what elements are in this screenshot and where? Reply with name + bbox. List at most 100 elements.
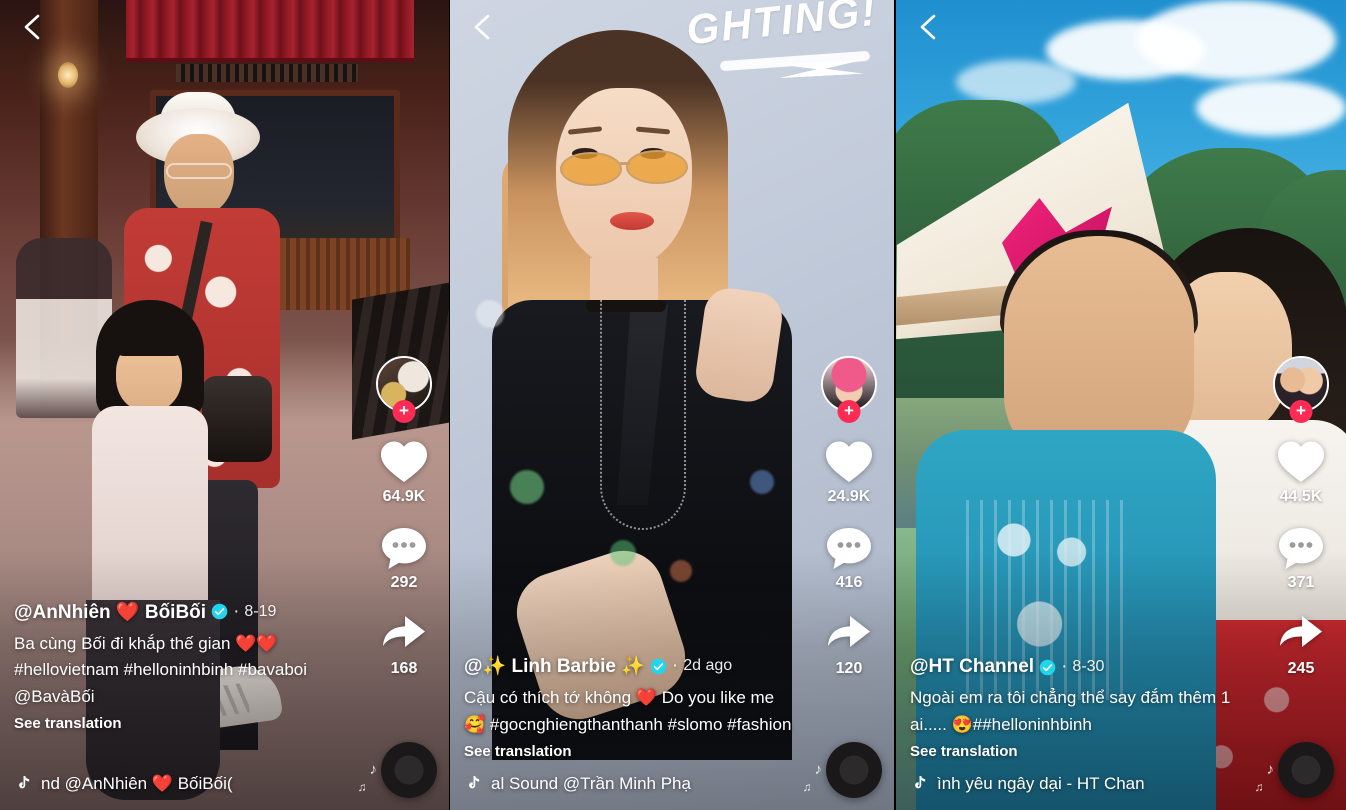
video-description[interactable]: Ba cùng Bối đi khắp thế gian ❤️❤️ #hello… — [14, 631, 344, 710]
music-notes-decor: ♪ ♫ — [815, 762, 823, 794]
share-button[interactable]: 168 — [365, 610, 443, 678]
share-arrow-icon — [1262, 610, 1340, 662]
comment-bubble-icon — [365, 524, 443, 576]
author-username: @✨ Linh Barbie ✨ — [464, 654, 645, 678]
music-note-icon-small: ♫ — [1255, 781, 1275, 794]
music-note-icon-small: ♫ — [803, 781, 823, 794]
tiktok-note-icon — [464, 775, 481, 794]
follow-button[interactable]: + — [1290, 400, 1313, 423]
share-button[interactable]: 120 — [810, 610, 888, 678]
like-button[interactable]: 24.9K — [810, 438, 888, 506]
author-username-row[interactable]: @HT Channel · 8-30 — [910, 656, 1240, 678]
separator-dot: · — [672, 655, 678, 677]
chevron-left-icon — [468, 10, 498, 44]
follow-button[interactable]: + — [393, 400, 416, 423]
share-button[interactable]: 245 — [1262, 610, 1340, 678]
heart-icon — [810, 438, 888, 490]
author-avatar-button[interactable]: + — [1273, 356, 1329, 412]
author-username: @HT Channel — [910, 656, 1034, 678]
comment-button[interactable]: 292 — [365, 524, 443, 592]
decor-lightbulb — [58, 62, 78, 88]
video-panel-2[interactable]: GHTING! — [450, 0, 894, 810]
sound-name: al Sound @Trần Minh Phạ — [491, 774, 691, 794]
author-username: @AnNhiên ❤️ BốiBối — [14, 600, 206, 624]
decor-curtain — [126, 0, 414, 62]
like-count: 24.9K — [810, 488, 888, 506]
caption-block-2: @✨ Linh Barbie ✨ · 2d ago Cậu có thích t… — [464, 654, 794, 760]
video-description[interactable]: Cậu có thích tớ không ❤️ Do you like me … — [464, 685, 794, 738]
decor-grille — [176, 64, 358, 82]
sound-name: nd @AnNhiên ❤️ BốiBối( — [41, 774, 233, 794]
video-feed-grid: + 64.9K 292 — [0, 0, 1346, 810]
music-note-icon: ♪ — [1267, 762, 1275, 779]
music-notes-decor: ♪ ♫ — [370, 762, 378, 794]
like-button[interactable]: 64.9K — [365, 438, 443, 506]
caption-block-3: @HT Channel · 8-30 Ngoài em ra tôi chẳng… — [910, 656, 1240, 760]
decor-chain — [600, 300, 686, 530]
back-button[interactable] — [914, 10, 944, 44]
heart-icon — [365, 438, 443, 490]
music-note-icon: ♪ — [815, 762, 823, 779]
sound-row-3[interactable]: ình yêu ngây dại - HT Chan — [910, 774, 1230, 794]
share-arrow-icon — [810, 610, 888, 662]
see-translation-link[interactable]: See translation — [464, 743, 794, 760]
comment-count: 416 — [810, 574, 888, 592]
comment-bubble-icon — [810, 524, 888, 576]
comment-button[interactable]: 416 — [810, 524, 888, 592]
share-count: 120 — [810, 660, 888, 678]
like-count: 64.9K — [365, 488, 443, 506]
back-button[interactable] — [18, 10, 48, 44]
like-count: 44.5K — [1262, 488, 1340, 506]
back-button[interactable] — [468, 10, 498, 44]
video-panel-1[interactable]: + 64.9K 292 — [0, 0, 449, 810]
author-avatar-button[interactable]: + — [821, 356, 877, 412]
action-rail-1: + 64.9K 292 — [365, 356, 443, 696]
share-arrow-icon — [365, 610, 443, 662]
separator-dot: · — [1061, 656, 1067, 678]
like-button[interactable]: 44.5K — [1262, 438, 1340, 506]
sound-disc-button[interactable] — [381, 742, 437, 798]
comment-count: 292 — [365, 574, 443, 592]
sound-name: ình yêu ngây dại - HT Chan — [937, 774, 1145, 794]
action-rail-2: + 24.9K 416 — [810, 356, 888, 696]
sound-cover-art — [392, 753, 426, 787]
verified-badge-icon — [1039, 659, 1056, 676]
chevron-left-icon — [18, 10, 48, 44]
share-count: 245 — [1262, 660, 1340, 678]
see-translation-link[interactable]: See translation — [910, 743, 1240, 760]
sound-row-1[interactable]: nd @AnNhiên ❤️ BốiBối( — [14, 774, 334, 794]
music-note-icon-small: ♫ — [358, 781, 378, 794]
decor-sunglasses — [560, 150, 690, 186]
music-note-icon: ♪ — [370, 762, 378, 779]
author-username-row[interactable]: @AnNhiên ❤️ BốiBối · 8-19 — [14, 600, 344, 624]
sound-row-2[interactable]: al Sound @Trần Minh Phạ — [464, 774, 784, 794]
verified-badge-icon — [650, 658, 667, 675]
post-timestamp: 8-19 — [244, 603, 276, 621]
post-timestamp: 8-30 — [1072, 658, 1104, 676]
decor-lips — [610, 212, 654, 230]
follow-button[interactable]: + — [838, 400, 861, 423]
sound-cover-art — [837, 753, 871, 787]
sound-disc-button[interactable] — [826, 742, 882, 798]
comment-bubble-icon — [1262, 524, 1340, 576]
post-timestamp: 2d ago — [683, 657, 732, 675]
action-rail-3: + 44.5K 371 — [1262, 356, 1340, 696]
sound-cover-art — [1289, 753, 1323, 787]
chevron-left-icon — [914, 10, 944, 44]
comment-count: 371 — [1262, 574, 1340, 592]
share-count: 168 — [365, 660, 443, 678]
music-notes-decor: ♪ ♫ — [1267, 762, 1275, 794]
video-description[interactable]: Ngoài em ra tôi chẳng thể say đắm thêm 1… — [910, 685, 1240, 738]
author-avatar-button[interactable]: + — [376, 356, 432, 412]
see-translation-link[interactable]: See translation — [14, 715, 344, 732]
separator-dot: · — [233, 601, 239, 623]
caption-block-1: @AnNhiên ❤️ BốiBối · 8-19 Ba cùng Bối đi… — [14, 600, 344, 732]
tiktok-note-icon — [14, 775, 31, 794]
heart-icon — [1262, 438, 1340, 490]
tiktok-note-icon — [910, 775, 927, 794]
sound-disc-button[interactable] — [1278, 742, 1334, 798]
author-username-row[interactable]: @✨ Linh Barbie ✨ · 2d ago — [464, 654, 794, 678]
verified-badge-icon — [211, 603, 228, 620]
video-panel-3[interactable]: + 44.5K 371 — [896, 0, 1346, 810]
comment-button[interactable]: 371 — [1262, 524, 1340, 592]
